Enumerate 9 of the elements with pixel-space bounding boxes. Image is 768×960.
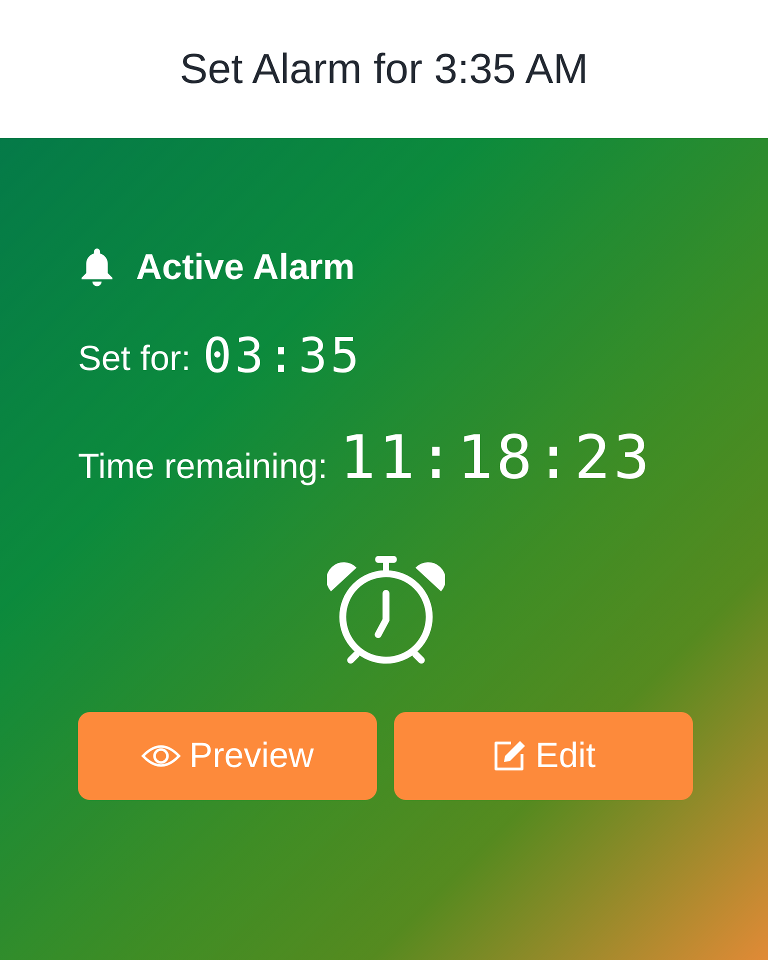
eye-icon xyxy=(141,743,182,769)
preview-button[interactable]: Preview xyxy=(78,712,377,800)
card-heading: Active Alarm xyxy=(136,246,355,288)
set-for-label: Set for: xyxy=(78,338,191,380)
time-remaining-label: Time remaining: xyxy=(78,446,328,488)
alarm-time: 03:35 xyxy=(202,332,362,380)
edit-button[interactable]: Edit xyxy=(394,712,693,800)
page-title: Set Alarm for 3:35 AM xyxy=(180,45,588,93)
countdown-time: 11:18:23 xyxy=(340,428,653,488)
